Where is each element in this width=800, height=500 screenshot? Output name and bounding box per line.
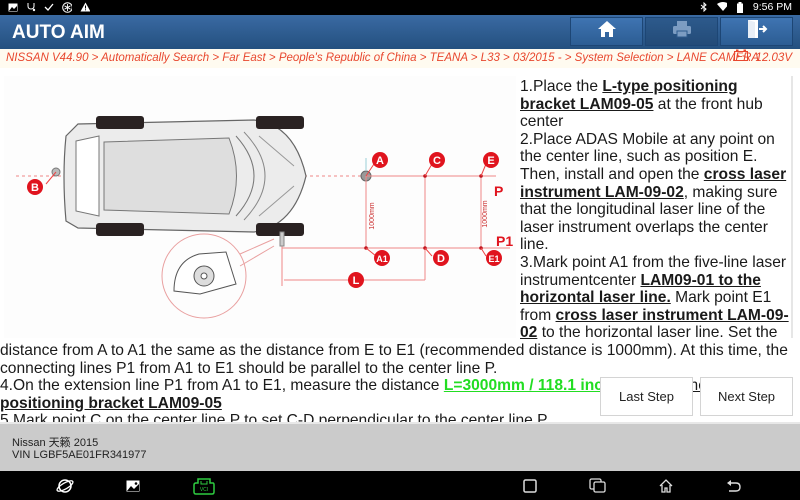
bluetooth-icon: [699, 2, 709, 12]
exit-icon: [746, 19, 768, 44]
recent-apps-icon[interactable]: [588, 476, 608, 496]
battery-voltage-icon: [733, 49, 748, 68]
step-2: 2.Place ADAS Mobile at any point on the …: [520, 130, 787, 254]
back-icon[interactable]: [724, 476, 744, 496]
voltage-value: 12.03V: [755, 52, 792, 64]
clock: 9:56 PM: [752, 1, 792, 13]
next-step-button[interactable]: Next Step: [700, 377, 793, 416]
square-icon[interactable]: [520, 476, 540, 496]
stethoscope-icon: [26, 2, 36, 12]
wifi-icon: [716, 2, 727, 12]
gallery-icon[interactable]: [123, 476, 143, 496]
vci-label: VCI: [200, 487, 208, 493]
page-title: AUTO AIM: [12, 22, 105, 43]
vehicle-info-footer: Nissan 天籁 2015 VIN LGBF5AE01FR341977: [0, 422, 800, 471]
image-icon: [8, 2, 18, 12]
exit-button[interactable]: [720, 17, 793, 46]
status-bar: 9:56 PM: [0, 0, 800, 15]
warning-icon: [80, 2, 90, 12]
home-button[interactable]: [570, 17, 643, 46]
last-step-button[interactable]: Last Step: [600, 377, 693, 416]
vehicle-model: Nissan 天籁 2015: [12, 437, 99, 449]
main-content: 1000mm 1000mm A C E A1 D E1 L B P P1 1.P…: [0, 68, 800, 429]
system-nav-bar: VCI: [0, 471, 800, 500]
step-1: 1.Place the L-type positioning bracket L…: [520, 78, 763, 131]
app-header: AUTO AIM: [0, 15, 800, 49]
breadcrumb: NISSAN V44.90 > Automatically Search > F…: [0, 49, 800, 68]
vci-icon[interactable]: VCI: [192, 476, 216, 496]
battery-icon: [735, 1, 745, 13]
snowflake-badge-icon: [62, 1, 72, 13]
vin-number: VIN LGBF5AE01FR341977: [12, 449, 147, 461]
battery-voltage: 12.03V: [733, 49, 792, 68]
printer-icon: [672, 20, 692, 43]
browser-icon[interactable]: [55, 476, 75, 496]
home-icon[interactable]: [656, 476, 676, 496]
distance-value: L=3000mm / 118.1 inch: [443, 377, 613, 395]
scrollbar[interactable]: [791, 76, 793, 338]
print-button[interactable]: [645, 17, 718, 46]
home-icon: [597, 20, 617, 43]
check-icon: [44, 2, 54, 12]
